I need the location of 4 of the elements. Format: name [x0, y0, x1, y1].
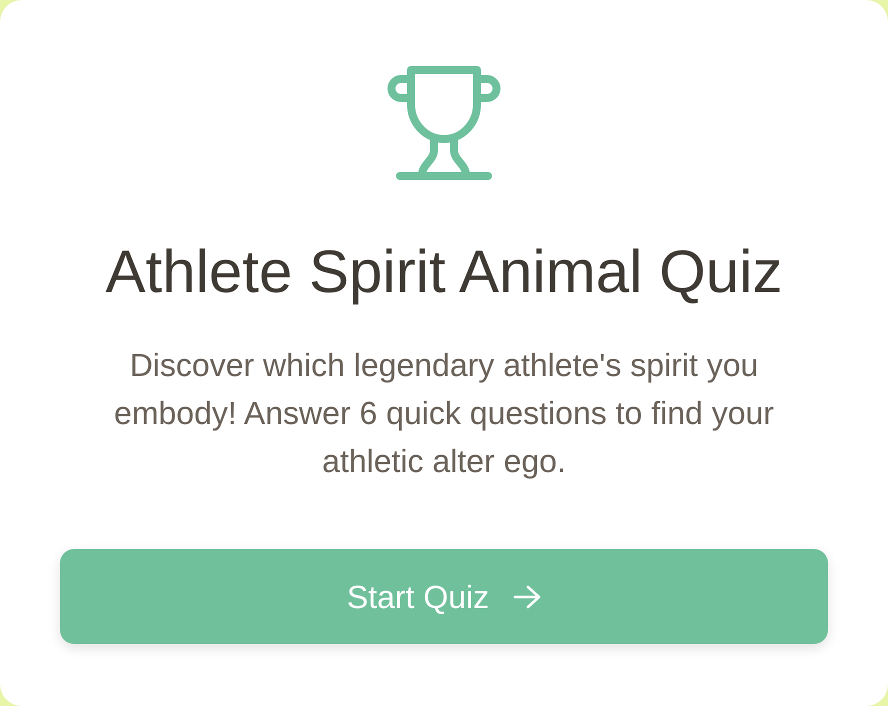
quiz-title: Athlete Spirit Animal Quiz: [106, 237, 782, 307]
start-quiz-button[interactable]: Start Quiz: [60, 549, 828, 644]
quiz-description: Discover which legendary athlete's spirit you embody! Answer 6 quick questions to find your athletic alter ego.: [113, 346, 775, 481]
arrow-right-icon: [513, 584, 542, 608]
